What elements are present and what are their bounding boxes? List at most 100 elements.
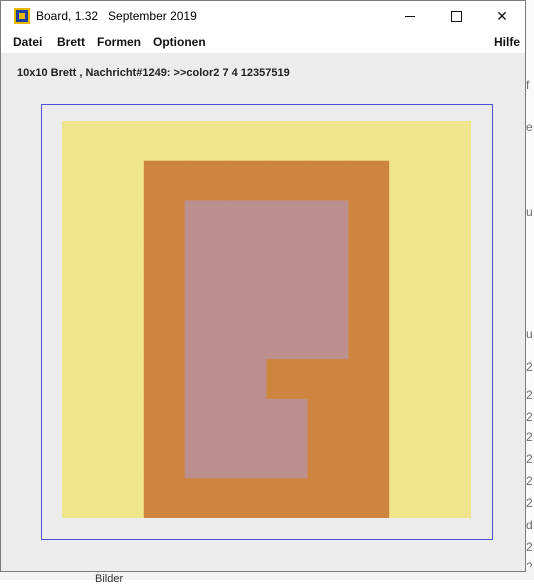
board-cell[interactable]: [225, 160, 268, 201]
board-cell[interactable]: [389, 240, 431, 281]
board-cell[interactable]: [225, 359, 268, 400]
board-cell[interactable]: [102, 398, 145, 440]
board-cell[interactable]: [307, 398, 349, 440]
board-cell[interactable]: [143, 279, 186, 321]
board-cell[interactable]: [307, 121, 349, 162]
board-cell[interactable]: [348, 240, 390, 281]
board-cell[interactable]: [184, 478, 227, 518]
board-cell[interactable]: [430, 200, 471, 241]
board-cell[interactable]: [389, 478, 431, 518]
board-cell[interactable]: [430, 319, 471, 360]
board-cell[interactable]: [307, 319, 349, 360]
maximize-button[interactable]: [433, 1, 479, 32]
board-cell[interactable]: [266, 319, 309, 360]
close-button[interactable]: ✕: [479, 1, 525, 32]
board-cell[interactable]: [430, 398, 471, 440]
menu-datei[interactable]: Datei: [13, 35, 42, 49]
board-cell[interactable]: [307, 160, 349, 201]
board-cell[interactable]: [143, 121, 186, 162]
board-cell[interactable]: [430, 121, 471, 162]
board-cell[interactable]: [266, 121, 309, 162]
board-cell[interactable]: [102, 240, 145, 281]
board-cell[interactable]: [184, 160, 227, 201]
board-cell[interactable]: [389, 200, 431, 241]
board-cell[interactable]: [225, 438, 268, 479]
board-cell[interactable]: [143, 319, 186, 360]
board-cell[interactable]: [102, 200, 145, 241]
menu-optionen[interactable]: Optionen: [153, 35, 206, 49]
board-cell[interactable]: [348, 121, 390, 162]
board-cell[interactable]: [62, 121, 104, 162]
board-cell[interactable]: [389, 279, 431, 321]
board-cell[interactable]: [348, 398, 390, 440]
board-cell[interactable]: [62, 200, 104, 241]
board-cell[interactable]: [62, 319, 104, 360]
board-cell[interactable]: [307, 200, 349, 241]
menu-brett[interactable]: Brett: [57, 35, 85, 49]
board-cell[interactable]: [266, 478, 309, 518]
menu-hilfe[interactable]: Hilfe: [494, 35, 520, 49]
board-cell[interactable]: [225, 478, 268, 518]
board-cell[interactable]: [62, 279, 104, 321]
board-cell[interactable]: [348, 438, 390, 479]
board-cell[interactable]: [266, 438, 309, 479]
board-cell[interactable]: [225, 398, 268, 440]
board-cell[interactable]: [430, 438, 471, 479]
board-cell[interactable]: [102, 359, 145, 400]
board-cell[interactable]: [389, 359, 431, 400]
board-cell[interactable]: [102, 121, 145, 162]
board-cell[interactable]: [102, 438, 145, 479]
menu-formen[interactable]: Formen: [97, 35, 141, 49]
board-cell[interactable]: [389, 160, 431, 201]
board-cell[interactable]: [62, 240, 104, 281]
board-cell[interactable]: [348, 319, 390, 360]
board-cell[interactable]: [62, 160, 104, 201]
board-cell[interactable]: [348, 478, 390, 518]
board-cell[interactable]: [307, 438, 349, 479]
board-cell[interactable]: [62, 478, 104, 518]
board-cell[interactable]: [225, 240, 268, 281]
board-cell[interactable]: [389, 398, 431, 440]
board-cell[interactable]: [266, 240, 309, 281]
board-cell[interactable]: [348, 279, 390, 321]
board-cell[interactable]: [430, 359, 471, 400]
board-cell[interactable]: [184, 200, 227, 241]
board-cell[interactable]: [102, 279, 145, 321]
board-cell[interactable]: [102, 160, 145, 201]
board-cell[interactable]: [348, 200, 390, 241]
board-cell[interactable]: [348, 359, 390, 400]
board-cell[interactable]: [225, 319, 268, 360]
board-cell[interactable]: [307, 240, 349, 281]
board-cell[interactable]: [143, 478, 186, 518]
board-cell[interactable]: [266, 398, 309, 440]
board-cell[interactable]: [307, 359, 349, 400]
board-cell[interactable]: [266, 359, 309, 400]
board-cell[interactable]: [184, 279, 227, 321]
board-cell[interactable]: [225, 121, 268, 162]
board-cell[interactable]: [143, 200, 186, 241]
board-cell[interactable]: [225, 279, 268, 321]
board-cell[interactable]: [266, 279, 309, 321]
board-cell[interactable]: [430, 279, 471, 321]
board-cell[interactable]: [62, 438, 104, 479]
board-grid[interactable]: [62, 121, 471, 518]
board-cell[interactable]: [143, 240, 186, 281]
board-cell[interactable]: [184, 398, 227, 440]
board-cell[interactable]: [143, 359, 186, 400]
board-cell[interactable]: [102, 478, 145, 518]
title-bar[interactable]: Board, 1.32 September 2019 ✕: [1, 1, 525, 32]
board-cell[interactable]: [430, 240, 471, 281]
board-cell[interactable]: [430, 160, 471, 201]
board-cell[interactable]: [143, 398, 186, 440]
board-cell[interactable]: [143, 438, 186, 479]
board-cell[interactable]: [307, 279, 349, 321]
board-cell[interactable]: [62, 398, 104, 440]
board-cell[interactable]: [184, 319, 227, 360]
minimize-button[interactable]: [387, 1, 433, 32]
board-cell[interactable]: [184, 240, 227, 281]
board-cell[interactable]: [184, 121, 227, 162]
board-cell[interactable]: [102, 319, 145, 360]
board-cell[interactable]: [184, 359, 227, 400]
board-cell[interactable]: [184, 438, 227, 479]
board-cell[interactable]: [389, 319, 431, 360]
